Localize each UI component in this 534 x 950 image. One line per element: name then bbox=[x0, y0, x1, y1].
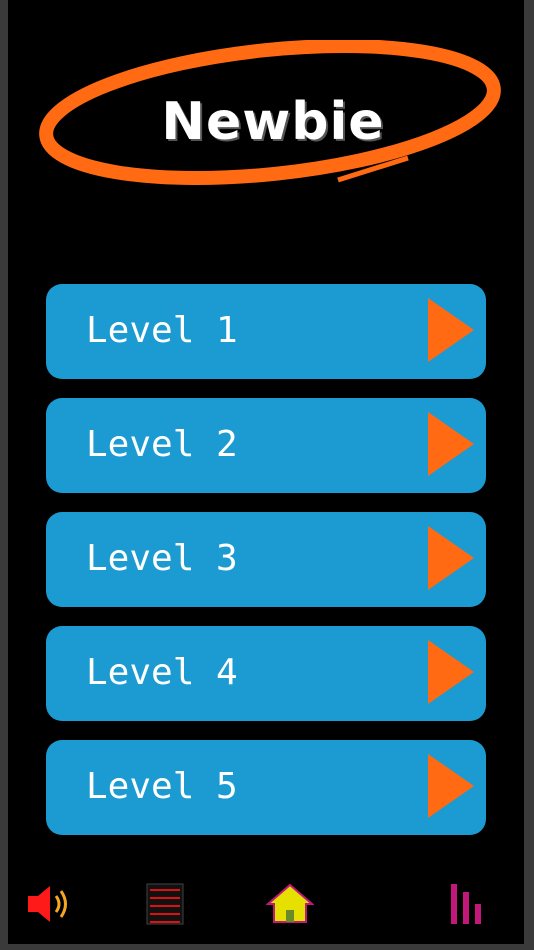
play-icon bbox=[428, 754, 474, 818]
level-4-button[interactable]: Level 4 bbox=[46, 626, 486, 721]
play-icon bbox=[428, 412, 474, 476]
stats-button[interactable] bbox=[448, 882, 488, 930]
level-label: Level 2 bbox=[86, 424, 238, 465]
bar-stats-icon bbox=[451, 884, 481, 924]
speaker-icon bbox=[28, 886, 67, 922]
level-1-button[interactable]: Level 1 bbox=[46, 284, 486, 379]
play-icon bbox=[428, 640, 474, 704]
home-button[interactable] bbox=[265, 882, 315, 930]
game-screen: Newbie Level 1 Level 2 Level 3 Level 4 L… bbox=[8, 0, 524, 944]
level-label: Level 1 bbox=[86, 310, 238, 351]
menu-button[interactable] bbox=[146, 882, 184, 930]
level-3-button[interactable]: Level 3 bbox=[46, 512, 486, 607]
level-2-button[interactable]: Level 2 bbox=[46, 398, 486, 493]
level-list: Level 1 Level 2 Level 3 Level 4 Level 5 bbox=[46, 284, 486, 854]
page-title: Newbie bbox=[161, 92, 385, 152]
level-label: Level 5 bbox=[86, 766, 238, 807]
level-label: Level 3 bbox=[86, 538, 238, 579]
play-icon bbox=[428, 298, 474, 362]
bottom-nav-bar bbox=[8, 870, 524, 940]
level-5-button[interactable]: Level 5 bbox=[46, 740, 486, 835]
play-icon bbox=[428, 526, 474, 590]
home-icon bbox=[265, 883, 315, 923]
level-label: Level 4 bbox=[86, 652, 238, 693]
menu-list-icon bbox=[146, 883, 184, 925]
newbie-logo: Newbie bbox=[38, 40, 508, 210]
sound-toggle-button[interactable] bbox=[26, 882, 72, 930]
